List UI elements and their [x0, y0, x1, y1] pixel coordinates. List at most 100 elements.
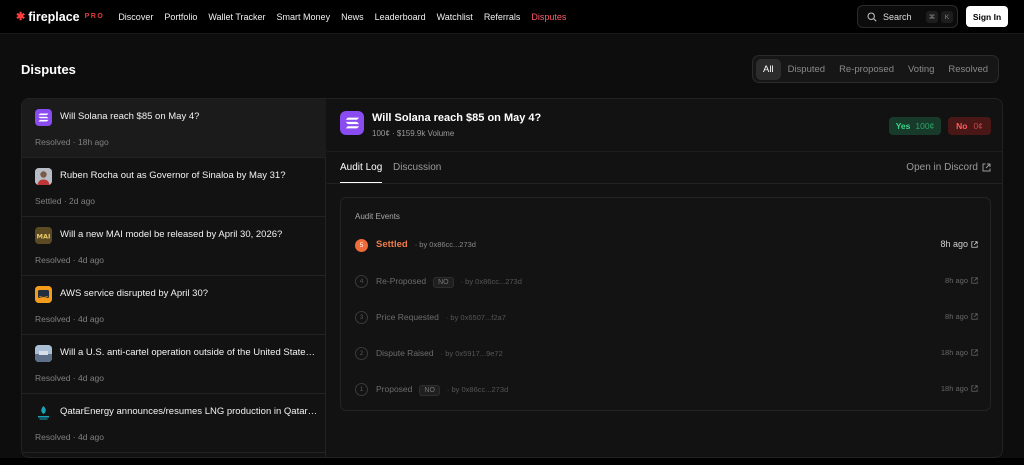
- dispute-meta: Resolved · 4d ago: [35, 314, 104, 324]
- svg-text:MAI: MAI: [37, 233, 51, 241]
- audit-event: 3 Price Requested · by 0x6507...f2a7 8h a…: [355, 310, 978, 326]
- dispute-status: Resolved: [35, 137, 71, 147]
- dispute-status: Resolved: [35, 373, 71, 383]
- event-time[interactable]: 18h ago: [941, 384, 978, 393]
- event-author: · by 0x86cc...273d: [460, 277, 522, 286]
- nav-link-portfolio[interactable]: Portfolio: [164, 12, 197, 22]
- event-number: 4: [355, 275, 368, 288]
- audit-event: 1 Proposed NO · by 0x86cc...273d 18h ago: [355, 382, 978, 398]
- dispute-age: 2d ago: [69, 196, 96, 206]
- dispute-item[interactable]: Ruben Rocha out as Governor of Sinaloa b…: [22, 158, 326, 217]
- disputes-panel: Will Solana reach $85 on May 4? Resolved…: [21, 98, 1003, 458]
- dispute-status: Resolved: [35, 314, 71, 324]
- event-label-text: Dispute Raised: [376, 348, 434, 358]
- yes-button[interactable]: Yes 100¢: [889, 117, 941, 135]
- open-in-discord-link[interactable]: Open in Discord: [906, 162, 991, 173]
- yes-price: 100¢: [915, 121, 935, 131]
- dispute-item[interactable]: AWS service disrupted by April 30? Resol…: [22, 276, 326, 335]
- solana-icon: [35, 109, 52, 126]
- dispute-title: Will a U.S. anti-cartel operation outsid…: [60, 347, 318, 358]
- event-time-text: 18h ago: [940, 384, 968, 393]
- sign-in-button[interactable]: Sign In: [966, 6, 1008, 27]
- yes-label: Yes: [895, 121, 911, 131]
- tab-discussion[interactable]: Discussion: [393, 162, 441, 173]
- filter-all[interactable]: All: [756, 58, 781, 80]
- search-label: Search: [883, 11, 912, 22]
- event-time-text: 8h ago: [940, 239, 968, 249]
- event-time[interactable]: 8h ago: [940, 239, 978, 249]
- event-number: 5: [355, 239, 368, 252]
- mai-icon: MAI: [35, 227, 52, 244]
- event-author: · by 0x6507...f2a7: [445, 313, 506, 322]
- kbd-cmd: ⌘: [926, 11, 938, 23]
- event-author: · by 0x86cc...273d: [414, 240, 476, 249]
- dispute-meta: Resolved · 4d ago: [35, 373, 104, 383]
- event-time[interactable]: 8h ago: [945, 276, 978, 285]
- dispute-age: 4d ago: [78, 373, 104, 383]
- nav-link-discover[interactable]: Discover: [118, 12, 153, 22]
- dispute-title: QatarEnergy announces/resumes LNG produc…: [60, 406, 318, 417]
- event-label: Settled · by 0x86cc...273d: [376, 239, 476, 250]
- filter-re-proposed[interactable]: Re-proposed: [832, 59, 901, 80]
- event-label: Proposed NO · by 0x86cc...273d: [376, 384, 508, 396]
- dispute-title: Will a new MAI model be released by Apri…: [60, 229, 283, 240]
- tab-audit-log[interactable]: Audit Log: [340, 162, 382, 173]
- filter-voting[interactable]: Voting: [901, 59, 941, 80]
- dispute-age: 4d ago: [78, 255, 104, 265]
- nav-link-news[interactable]: News: [341, 12, 364, 22]
- dispute-item[interactable]: Will Solana reach $85 on May 4? Resolved…: [22, 99, 326, 158]
- discord-link-label: Open in Discord: [906, 162, 978, 173]
- event-number: 1: [355, 383, 368, 396]
- dispute-status: Resolved: [35, 255, 71, 265]
- outcome-badge: NO: [433, 277, 454, 288]
- portrait-icon: [35, 168, 52, 185]
- external-link-icon: [971, 277, 978, 284]
- event-number: 2: [355, 347, 368, 360]
- dispute-age: 4d ago: [78, 432, 104, 442]
- audit-event: 2 Dispute Raised · by 0x5917...9e72 18h a…: [355, 346, 978, 362]
- pro-badge: PRO: [84, 13, 105, 20]
- dispute-meta: Settled · 2d ago: [35, 196, 96, 206]
- nav-link-wallet-tracker[interactable]: Wallet Tracker: [208, 12, 265, 22]
- photo-icon: [35, 345, 52, 362]
- dispute-meta: Resolved · 18h ago: [35, 137, 109, 147]
- dispute-age: 4d ago: [78, 314, 104, 324]
- flame-logo-icon: ✱: [16, 11, 26, 23]
- search-button[interactable]: Search ⌘ K: [857, 5, 958, 28]
- outcome-badge: NO: [419, 385, 440, 396]
- solana-icon: [340, 111, 364, 135]
- dispute-list: Will Solana reach $85 on May 4? Resolved…: [22, 99, 326, 457]
- filter-tabs: All Disputed Re-proposed Voting Resolved: [752, 55, 1000, 83]
- dispute-item[interactable]: QatarEnergy announces/resumes LNG produc…: [22, 394, 326, 453]
- event-label-text: Price Requested: [376, 312, 439, 322]
- kbd-k: K: [941, 11, 953, 23]
- page-title: Disputes: [21, 62, 76, 77]
- filter-disputed[interactable]: Disputed: [781, 59, 833, 80]
- nav-link-disputes[interactable]: Disputes: [531, 12, 566, 22]
- dispute-age: 18h ago: [78, 137, 109, 147]
- dispute-title: Ruben Rocha out as Governor of Sinaloa b…: [60, 170, 286, 181]
- event-time-text: 18h ago: [940, 348, 968, 357]
- nav-link-referrals[interactable]: Referrals: [484, 12, 521, 22]
- nav-link-watchlist[interactable]: Watchlist: [437, 12, 473, 22]
- event-time[interactable]: 8h ago: [945, 312, 978, 321]
- logo[interactable]: ✱ fireplace PRO: [16, 10, 104, 24]
- search-icon: [867, 11, 877, 22]
- qatarenergy-icon: [35, 404, 52, 421]
- divider: [327, 183, 1002, 184]
- event-time[interactable]: 18h ago: [941, 348, 978, 357]
- nav-link-smart-money[interactable]: Smart Money: [277, 12, 331, 22]
- nav-link-leaderboard[interactable]: Leaderboard: [375, 12, 426, 22]
- filter-resolved[interactable]: Resolved: [941, 59, 995, 80]
- no-button[interactable]: No 0¢: [948, 117, 991, 135]
- event-author: · by 0x86cc...273d: [446, 385, 509, 394]
- audit-event: 4 Re-Proposed NO · by 0x86cc...273d 8h ago: [355, 274, 978, 290]
- dispute-item[interactable]: MAI Will a new MAI model be released by …: [22, 217, 326, 276]
- event-label: Re-Proposed NO · by 0x86cc...273d: [376, 276, 522, 288]
- external-link-icon: [982, 163, 991, 172]
- dispute-detail: Will Solana reach $85 on May 4? 100¢ · $…: [327, 99, 1002, 457]
- market-title: Will Solana reach $85 on May 4?: [372, 112, 542, 124]
- dispute-meta: Resolved · 4d ago: [35, 255, 104, 265]
- audit-events-box: Audit Events 5 Settled · by 0x86cc...273d…: [340, 197, 991, 411]
- dispute-item[interactable]: Will a U.S. anti-cartel operation outsid…: [22, 335, 326, 394]
